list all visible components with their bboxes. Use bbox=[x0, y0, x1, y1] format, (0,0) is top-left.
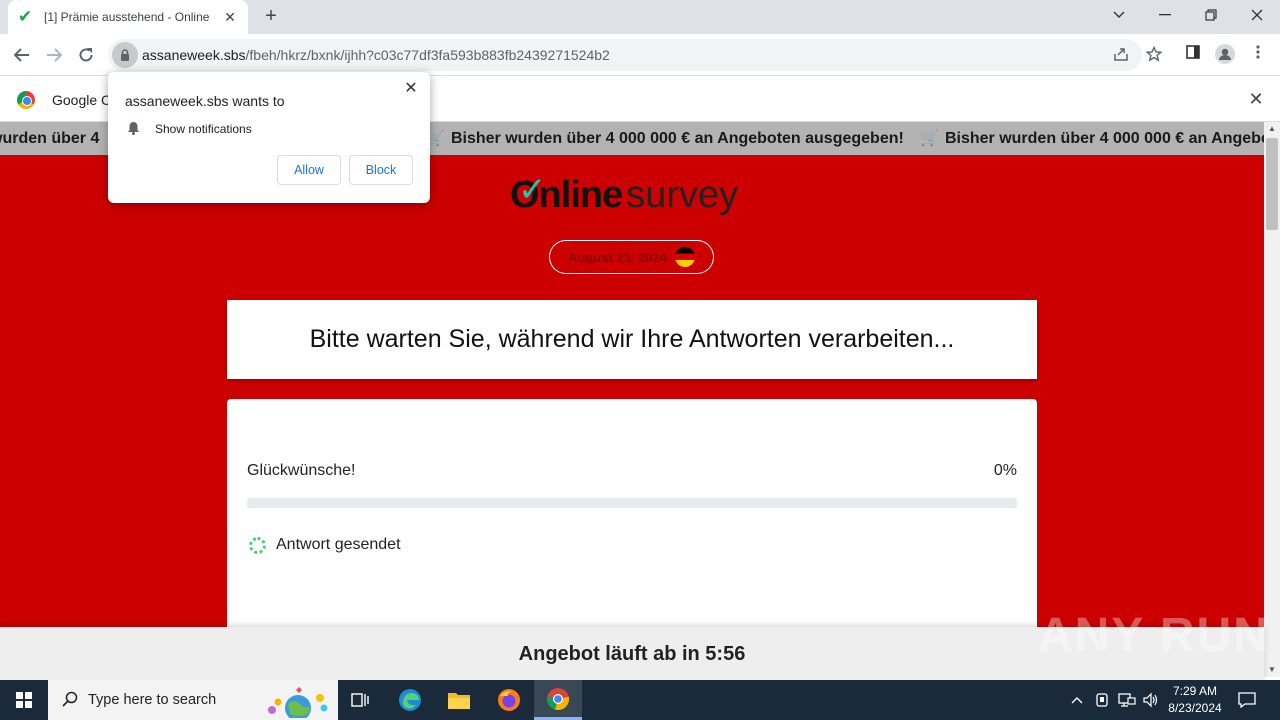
scroll-thumb[interactable] bbox=[1266, 138, 1278, 230]
search-placeholder: Type here to search bbox=[88, 692, 217, 708]
ticker-message: Bisher wurden über 4 000 000 € an Angebo… bbox=[450, 130, 904, 147]
screen: ✔ [1] Prämie ausstehend - Online Survey … bbox=[0, 0, 1280, 720]
firefox-icon[interactable] bbox=[485, 680, 533, 720]
url-path: /fbeh/hkrz/bxnk/ijhh?c03c77df3fa593b883f… bbox=[245, 47, 610, 63]
side-panel-icon[interactable] bbox=[1182, 44, 1204, 66]
notification-permission-popup: assaneweek.sbs wants to ✕ Show notificat… bbox=[108, 72, 430, 203]
restore-icon[interactable] bbox=[1188, 0, 1234, 30]
tab-close-icon[interactable]: ✕ bbox=[222, 9, 238, 25]
minimize-icon[interactable] bbox=[1142, 0, 1188, 30]
chrome-taskbar-icon[interactable] bbox=[534, 680, 582, 720]
edge-browser-icon[interactable] bbox=[386, 680, 434, 720]
status-row: Antwort gesendet bbox=[249, 534, 401, 556]
reload-icon[interactable] bbox=[73, 42, 99, 68]
block-button[interactable]: Block bbox=[349, 155, 413, 185]
back-arrow-icon[interactable] bbox=[9, 42, 35, 68]
cart-icon: 🛒 bbox=[920, 130, 939, 147]
popup-title: assaneweek.sbs wants to bbox=[125, 93, 285, 109]
lock-icon[interactable] bbox=[112, 42, 138, 68]
new-tab-icon[interactable]: + bbox=[260, 5, 282, 27]
taskbar-clock[interactable]: 7:29 AM 8/23/2024 bbox=[1160, 683, 1230, 717]
headline-card: Bitte warten Sie, während wir Ihre Antwo… bbox=[227, 300, 1037, 379]
ticker-message-tail: Bisher wurden über 4 000 000 € an Angebo… bbox=[944, 130, 1264, 147]
tab-strip: ✔ [1] Prämie ausstehend - Online Survey … bbox=[0, 0, 1280, 34]
taskbar-search[interactable]: Type here to search bbox=[48, 680, 338, 720]
url-host: assaneweek.sbs bbox=[142, 47, 246, 63]
allow-button[interactable]: Allow bbox=[277, 155, 341, 185]
tray-device-icon[interactable] bbox=[1094, 680, 1110, 720]
scroll-down-icon[interactable]: ▼ bbox=[1264, 663, 1280, 677]
loading-spinner-icon bbox=[249, 536, 266, 554]
anyrun-watermark: ANY RUN bbox=[1038, 609, 1270, 662]
online-survey-logo: ✓ Online survey bbox=[510, 171, 739, 224]
popup-permission-text: Show notifications bbox=[155, 122, 252, 136]
task-view-icon[interactable] bbox=[336, 680, 384, 720]
windows-start-icon[interactable] bbox=[0, 680, 48, 720]
page-scrollbar[interactable]: ▲ ▼ bbox=[1264, 122, 1280, 677]
search-icon bbox=[62, 691, 80, 709]
tray-chevron-icon[interactable] bbox=[1070, 680, 1084, 720]
notification-center-icon[interactable] bbox=[1238, 680, 1256, 720]
progress-bar bbox=[247, 498, 1017, 508]
windows-taskbar: Type here to search 7:29 AM 8/23/2024 bbox=[0, 680, 1280, 720]
address-bar[interactable]: assaneweek.sbs/fbeh/hkrz/bxnk/ijhh?c03c7… bbox=[108, 39, 1163, 71]
forward-arrow-icon[interactable] bbox=[41, 42, 67, 68]
date-badge: August 23, 2024 bbox=[549, 240, 714, 274]
menu-kebab-icon[interactable] bbox=[1247, 44, 1269, 66]
headline-text: Bitte warten Sie, während wir Ihre Antwo… bbox=[309, 325, 955, 353]
bookmark-star-icon[interactable] bbox=[1145, 45, 1163, 64]
file-explorer-icon[interactable] bbox=[435, 680, 483, 720]
clock-time: 7:29 AM bbox=[1172, 684, 1218, 698]
volume-icon[interactable] bbox=[1142, 680, 1160, 720]
popup-close-icon[interactable]: ✕ bbox=[402, 80, 420, 98]
browser-toolbar: assaneweek.sbs/fbeh/hkrz/bxnk/ijhh?c03c7… bbox=[0, 34, 1280, 76]
profile-avatar-icon[interactable] bbox=[1214, 44, 1236, 66]
date-text: August 23, 2024 bbox=[568, 249, 667, 265]
countdown-text: Angebot läuft ab in 5:56 bbox=[518, 642, 746, 665]
progress-card: Glückwünsche! 0% Antwort gesendet bbox=[227, 399, 1037, 627]
check-icon: ✔ bbox=[18, 7, 33, 26]
scroll-up-icon[interactable]: ▲ bbox=[1264, 122, 1280, 136]
chrome-logo-icon bbox=[17, 91, 35, 109]
browser-tab[interactable]: ✔ [1] Prämie ausstehend - Online Survey … bbox=[8, 0, 248, 34]
info-bar-close-icon[interactable]: ✕ bbox=[1246, 89, 1266, 109]
share-icon[interactable] bbox=[1112, 46, 1130, 64]
bell-icon bbox=[127, 121, 141, 135]
progress-label: Glückwünsche! bbox=[247, 462, 356, 479]
checkmark-logo-icon: ✓ bbox=[518, 171, 547, 209]
ticker-fragment: wurden über 4 bbox=[0, 130, 100, 147]
search-highlight-art-icon bbox=[268, 687, 328, 718]
clock-date: 8/23/2024 bbox=[1168, 701, 1222, 715]
url-text[interactable]: assaneweek.sbs/fbeh/hkrz/bxnk/ijhh?c03c7… bbox=[142, 47, 610, 63]
tab-title: [1] Prämie ausstehend - Online Survey bbox=[44, 10, 212, 24]
logo-survey: survey bbox=[626, 174, 739, 216]
tab-search-icon[interactable] bbox=[1096, 0, 1142, 30]
status-text: Antwort gesendet bbox=[276, 536, 401, 553]
german-flag-icon bbox=[675, 247, 695, 267]
progress-percent: 0% bbox=[993, 462, 1017, 479]
close-window-icon[interactable] bbox=[1234, 0, 1280, 30]
network-icon[interactable] bbox=[1118, 680, 1136, 720]
